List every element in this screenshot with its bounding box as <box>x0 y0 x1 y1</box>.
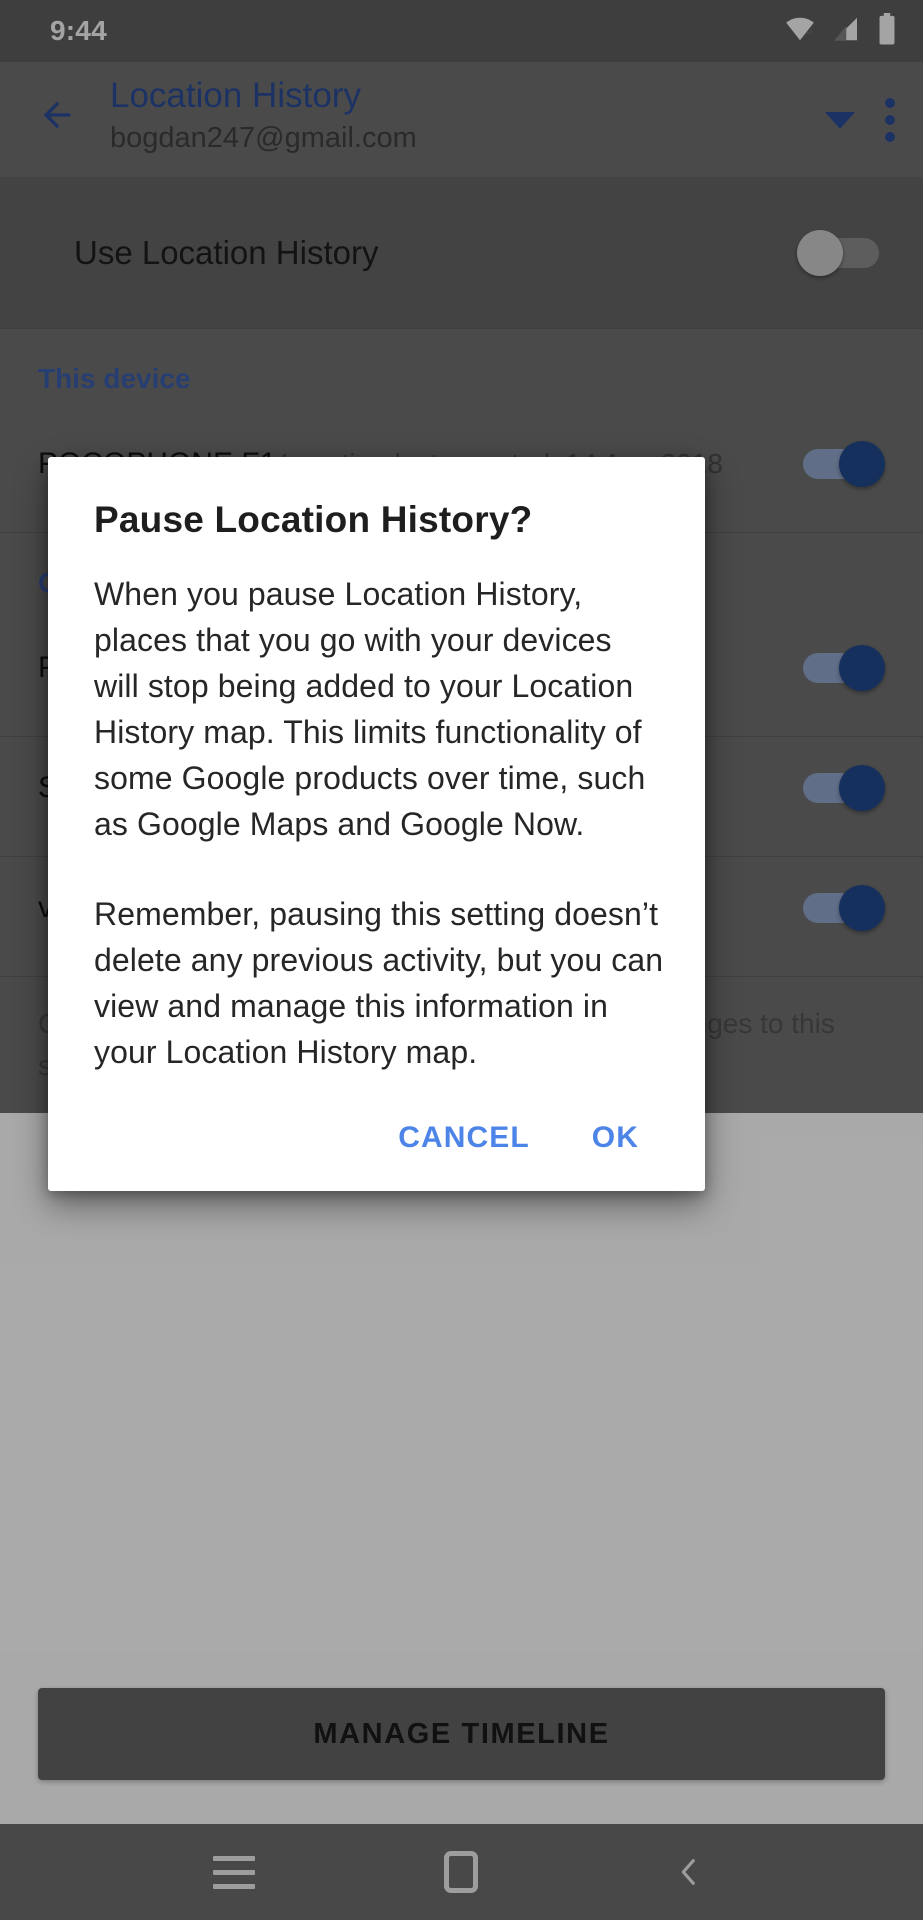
dialog-paragraph-2: Remember, pausing this setting doesn’t d… <box>94 896 664 1070</box>
dialog-actions: CANCEL OK <box>94 1075 665 1177</box>
cancel-button[interactable]: CANCEL <box>376 1105 552 1171</box>
dialog-title: Pause Location History? <box>94 499 533 540</box>
pause-location-history-dialog: Pause Location History? When you pause L… <box>48 457 705 1191</box>
dialog-paragraph-1: When you pause Location History, places … <box>94 576 646 842</box>
ok-button[interactable]: OK <box>570 1105 661 1171</box>
phone-screen: 9:44 Location History bogdan247@gmail.co… <box>0 0 923 1920</box>
